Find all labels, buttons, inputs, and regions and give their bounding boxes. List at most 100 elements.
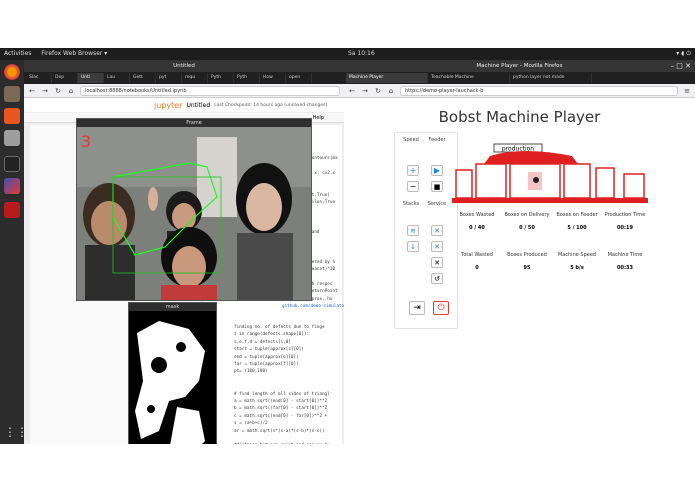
code-line: # find length of all sides of triangl: [234, 391, 330, 397]
clock[interactable]: Sa 10:16: [348, 50, 375, 57]
dock: ⋮⋮: [0, 60, 28, 444]
stat-label: Boxes Wasted: [459, 212, 495, 218]
stat-value: 5 b/s: [570, 265, 584, 271]
login-button[interactable]: ⇥: [409, 301, 425, 315]
stat-value: 0 / 50: [519, 225, 535, 231]
stat-item: Boxes on Delivery 0 / 50: [504, 212, 550, 231]
menu-icon[interactable]: ≡: [683, 87, 691, 95]
code-line: c = math.sqrt((end[0] - far[0])**2 +: [234, 413, 328, 419]
hand: [148, 187, 158, 211]
right-tab[interactable]: Teachable Machine: [428, 73, 510, 83]
code-line: pt= (100,180): [234, 369, 268, 375]
help-menu[interactable]: Help: [313, 113, 324, 123]
back-icon[interactable]: ←: [348, 87, 356, 95]
left-tab[interactable]: How: [260, 73, 286, 83]
left-tab[interactable]: Pyth: [208, 73, 234, 83]
stat-label: Boxes on Delivery: [504, 212, 550, 218]
left-window-titlebar: Untitled: [24, 60, 344, 72]
frame-window[interactable]: Frame 3: [76, 118, 312, 301]
mask-image: [129, 311, 216, 444]
code-line: i in range(defects.shape[0]):: [234, 332, 310, 338]
reset-icon: ↺: [434, 274, 440, 283]
stat-label: Machine Time: [607, 252, 643, 258]
left-tab[interactable]: Unti: [78, 73, 104, 83]
app-icon[interactable]: [4, 178, 20, 194]
system-tray-icons[interactable]: ▾ ◖ ⏻: [676, 48, 691, 60]
show-applications-icon[interactable]: ⋮⋮: [4, 424, 28, 440]
left-tab[interactable]: Slac: [26, 73, 52, 83]
app-menu[interactable]: Firefox Web Browser ▾: [41, 50, 107, 57]
stat-item: Boxes on Feeder 5 / 100: [554, 212, 600, 231]
code-line: a = math.sqrt((end[0] - start[0])**2: [234, 399, 328, 405]
mask-window[interactable]: mask: [128, 302, 217, 444]
terminal-icon[interactable]: [4, 156, 20, 172]
right-window-titlebar: Machine Player - Mozilla Firefox – □ ✕: [344, 60, 695, 72]
forward-icon[interactable]: →: [41, 87, 49, 95]
help-icon[interactable]: [4, 130, 20, 146]
reload-icon[interactable]: ↻: [374, 87, 382, 95]
stat-value: 0 / 40: [469, 225, 485, 231]
mask-window-title: mask: [129, 303, 216, 311]
code-line: finding no. of defects due to finge: [234, 325, 325, 330]
left-tab[interactable]: pyt: [156, 73, 182, 83]
left-tab[interactable]: Pyth: [234, 73, 260, 83]
service-tool-button[interactable]: ✕: [431, 225, 443, 236]
home-icon[interactable]: ⌂: [67, 87, 75, 95]
desktop-screenshot: Activities Firefox Web Browser ▾ Sa 10:1…: [0, 48, 695, 444]
left-tab[interactable]: open: [286, 73, 312, 83]
login-icon: ⇥: [413, 303, 421, 313]
right-url-bar[interactable]: https://demo-player-lauchack-b: [400, 85, 678, 96]
forward-icon[interactable]: →: [361, 87, 369, 95]
service-settings-button[interactable]: ✕: [431, 257, 443, 268]
code-line: ar = math.sqrt(s*(s-a)*(s-b)*(s-c)): [234, 428, 325, 434]
tools-icon: ✕: [434, 226, 440, 235]
software-center-icon[interactable]: [4, 108, 20, 124]
feeder-stop-button[interactable]: ■: [431, 181, 443, 192]
notebook-name[interactable]: Untitled: [186, 102, 210, 109]
left-tab[interactable]: Gett: [130, 73, 156, 83]
jupyter-logo[interactable]: jupyter: [154, 101, 182, 110]
left-tab[interactable]: Dep: [52, 73, 78, 83]
jupyter-header: jupyter Untitled Last Checkpoint: 14 hou…: [24, 98, 344, 112]
stat-label: Boxes Produced: [507, 252, 547, 258]
activities-button[interactable]: Activities: [4, 50, 31, 57]
stat-value: 95: [523, 265, 531, 271]
reload-icon[interactable]: ↻: [54, 87, 62, 95]
stat-label: Boxes on Feeder: [556, 212, 598, 218]
firefox-icon[interactable]: [4, 64, 20, 80]
control-panel: Speed Feeder + ▶ − ■ Stacks Service ≋ ✕ …: [394, 132, 458, 329]
feeder-start-button[interactable]: ▶: [431, 165, 443, 176]
stat-item: Machine Time 00:33: [602, 252, 648, 271]
left-url-bar[interactable]: localhost:8888/notebooks/Untitled.ipynb: [80, 85, 340, 96]
stacks-add-button[interactable]: ≋: [407, 225, 419, 236]
speed-down-button[interactable]: −: [407, 181, 419, 192]
right-tab[interactable]: Machine Player: [346, 73, 428, 83]
service-label: Service: [427, 201, 447, 207]
stat-value: 0: [475, 265, 479, 271]
power-button[interactable]: ⏻: [433, 301, 449, 315]
speed-up-button[interactable]: +: [407, 165, 419, 176]
minus-icon: −: [409, 181, 417, 191]
left-tab[interactable]: requ: [182, 73, 208, 83]
home-icon[interactable]: ⌂: [387, 87, 395, 95]
arrow-down-icon: ↓: [410, 242, 416, 251]
files-icon[interactable]: [4, 86, 20, 102]
stacks-down-button[interactable]: ↓: [407, 241, 419, 252]
stat-item: Boxes Produced 95: [504, 252, 550, 271]
stat-item: Total Wasted 0: [454, 252, 500, 271]
screen-recorder-icon[interactable]: [4, 202, 20, 218]
code-line: end = tuple(approx[e][0]): [234, 354, 299, 360]
right-tab[interactable]: python layer not made: [510, 73, 592, 83]
stat-label: Machine Speed: [557, 252, 597, 258]
service-repair-button[interactable]: ✕: [431, 241, 443, 252]
wrench-icon: ✕: [434, 242, 440, 251]
feeder-label: Feeder: [428, 137, 446, 143]
service-reset-button[interactable]: ↺: [431, 273, 443, 284]
back-icon[interactable]: ←: [28, 87, 36, 95]
left-tab[interactable]: Lau: [104, 73, 130, 83]
top-panel-right: Sa 10:16 ▾ ◖ ⏻: [344, 48, 695, 60]
right-navbar: ← → ↻ ⌂ https://demo-player-lauchack-b ≡: [344, 84, 695, 98]
window-controls-icon[interactable]: – □ ✕: [671, 60, 691, 72]
stat-value: 00:33: [617, 265, 633, 271]
